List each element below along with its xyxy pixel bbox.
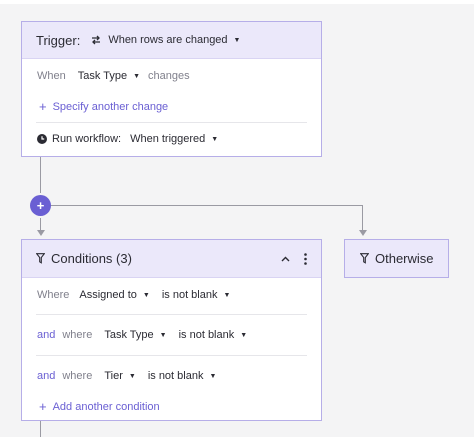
chevron-down-icon: ▼ xyxy=(223,291,231,299)
plus-icon: + xyxy=(39,399,47,414)
chevron-up-icon[interactable] xyxy=(281,256,290,262)
chevron-down-icon: ▼ xyxy=(159,331,167,339)
condition-divider xyxy=(36,355,307,356)
where-label: Where xyxy=(37,289,70,301)
condition-operator-dropdown[interactable]: is not blank ▼ xyxy=(148,370,217,382)
trigger-divider xyxy=(36,122,307,123)
add-condition-label: Add another condition xyxy=(52,400,160,413)
condition-row: Where Assigned to ▼ is not blank ▼ xyxy=(37,289,230,301)
condition-field-dropdown[interactable]: Assigned to ▼ xyxy=(79,289,149,301)
connector-vertical xyxy=(40,421,41,437)
arrow-down-icon xyxy=(359,230,367,236)
condition-row: and where Tier ▼ is not blank ▼ xyxy=(37,370,216,382)
specify-another-change-link[interactable]: + Specify another change xyxy=(39,99,168,114)
conditions-header: Conditions (3) xyxy=(22,240,321,278)
condition-operator-value: is not blank xyxy=(161,289,218,301)
condition-field-value: Tier xyxy=(104,370,123,382)
conjunction-label[interactable]: and xyxy=(37,329,55,341)
conjunction-label[interactable]: and xyxy=(37,370,55,382)
otherwise-title: Otherwise xyxy=(375,251,434,266)
add-step-button[interactable]: + xyxy=(30,195,51,216)
chevron-down-icon: ▼ xyxy=(142,291,150,299)
connector-vertical xyxy=(40,157,41,193)
trigger-header: Trigger: When rows are changed ▼ xyxy=(22,22,321,59)
rows-changed-icon xyxy=(90,35,102,45)
chevron-down-icon: ▼ xyxy=(211,135,219,143)
trigger-when-row: When Task Type ▼ changes xyxy=(37,70,190,82)
conditions-card: Conditions (3) Where Assigned to ▼ is no… xyxy=(21,239,322,421)
trigger-type-label: When rows are changed xyxy=(108,34,228,46)
chevron-down-icon: ▼ xyxy=(209,372,217,380)
condition-row: and where Task Type ▼ is not blank ▼ xyxy=(37,329,247,341)
where-label: where xyxy=(62,329,93,341)
connector-horizontal xyxy=(50,205,363,206)
more-options-icon[interactable] xyxy=(304,252,307,265)
filter-icon xyxy=(360,253,369,264)
chevron-down-icon: ▼ xyxy=(233,36,241,44)
condition-operator-dropdown[interactable]: is not blank ▼ xyxy=(162,289,231,301)
run-workflow-label: Run workflow: xyxy=(52,133,122,145)
run-workflow-dropdown[interactable]: When triggered ▼ xyxy=(130,133,218,145)
condition-divider xyxy=(36,314,307,315)
when-label: When xyxy=(37,70,66,82)
condition-operator-value: is not blank xyxy=(178,329,235,341)
trigger-title: Trigger: xyxy=(36,32,81,48)
trigger-card: Trigger: When rows are changed ▼ When Ta… xyxy=(21,21,322,157)
changes-label: changes xyxy=(148,70,190,82)
trigger-type-dropdown[interactable]: When rows are changed ▼ xyxy=(90,34,240,46)
where-label: where xyxy=(62,370,93,382)
connector-vertical xyxy=(362,205,363,231)
filter-icon xyxy=(36,253,45,264)
arrow-down-icon xyxy=(37,230,45,236)
chevron-down-icon: ▼ xyxy=(240,331,248,339)
chevron-down-icon: ▼ xyxy=(133,72,141,80)
field-dropdown[interactable]: Task Type ▼ xyxy=(78,70,140,82)
run-workflow-value: When triggered xyxy=(130,133,206,145)
condition-operator-value: is not blank xyxy=(147,370,204,382)
condition-field-value: Assigned to xyxy=(79,289,137,301)
add-another-condition-link[interactable]: + Add another condition xyxy=(39,399,160,414)
plus-icon: + xyxy=(36,198,45,213)
plus-icon: + xyxy=(39,99,47,114)
run-workflow-row: Run workflow: When triggered ▼ xyxy=(37,133,218,145)
canvas-top-edge xyxy=(0,0,474,4)
otherwise-card[interactable]: Otherwise xyxy=(344,239,449,278)
clock-icon xyxy=(37,134,47,144)
chevron-down-icon: ▼ xyxy=(128,372,136,380)
condition-operator-dropdown[interactable]: is not blank ▼ xyxy=(179,329,248,341)
conditions-title: Conditions (3) xyxy=(51,251,132,266)
condition-field-dropdown[interactable]: Task Type ▼ xyxy=(104,329,166,341)
field-value: Task Type xyxy=(77,70,128,82)
specify-label: Specify another change xyxy=(52,100,169,113)
condition-field-value: Task Type xyxy=(104,329,154,341)
otherwise-header: Otherwise xyxy=(345,240,448,277)
condition-field-dropdown[interactable]: Tier ▼ xyxy=(104,370,135,382)
